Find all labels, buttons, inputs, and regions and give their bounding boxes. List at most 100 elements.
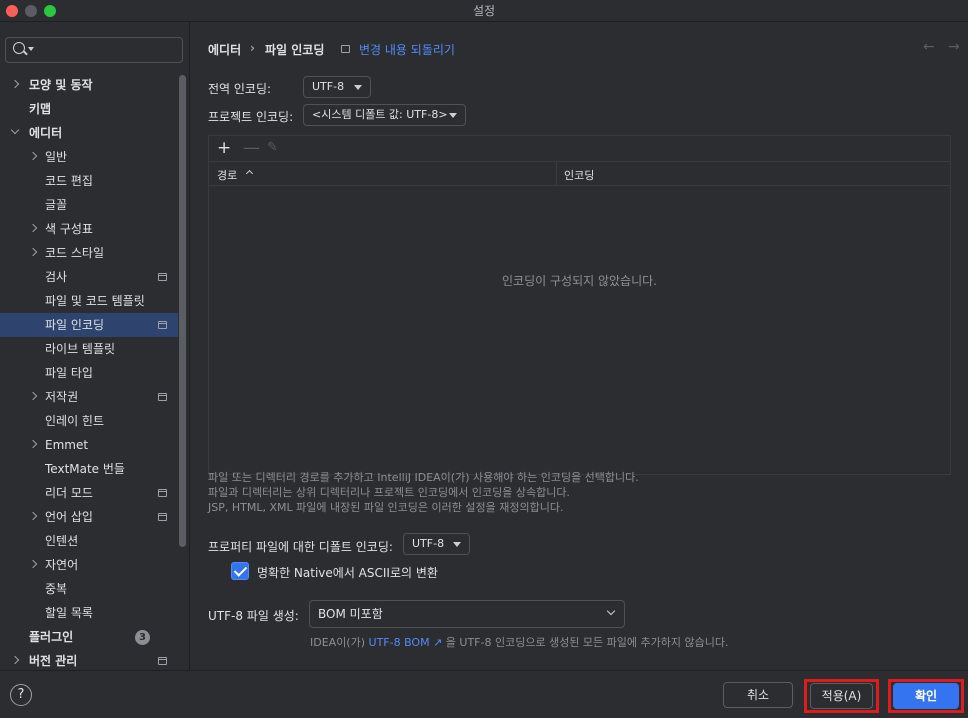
maximize-window-button[interactable] [44,5,56,17]
sidebar-item[interactable]: 리더 모드 [0,481,178,505]
dropdown-arrow-icon [449,113,457,118]
column-header-path[interactable]: 경로 [217,167,237,183]
sidebar-item-label: 언어 삽입 [45,510,93,524]
sidebar-item[interactable]: 키맵 [0,97,178,121]
sort-ascending-icon [245,169,254,178]
chevron-right-icon[interactable] [28,511,38,521]
native-to-ascii-checkbox[interactable] [231,562,249,580]
chevron-right-icon[interactable] [28,439,38,449]
project-scope-icon [158,393,167,401]
sidebar-item[interactable]: 할일 목록 [0,601,178,625]
project-scope-icon [158,513,167,521]
search-options-chevron-icon[interactable] [28,47,34,51]
native-to-ascii-label[interactable]: 명확한 Native에서 ASCII로의 변환 [257,564,438,581]
sidebar-item-label: 라이브 템플릿 [45,342,116,356]
sidebar-item[interactable]: 모양 및 동작 [0,73,178,97]
sidebar-item[interactable]: 파일 인코딩 [0,313,178,337]
column-divider[interactable] [556,162,557,186]
chevron-right-icon[interactable] [10,79,20,89]
global-encoding-label: 전역 인코딩: [208,82,272,96]
revert-changes-link[interactable]: 변경 내용 되돌리기 [359,41,455,58]
settings-content: 에디터 › 파일 인코딩 변경 내용 되돌리기 ← → 전역 인코딩: UTF-… [191,22,968,670]
project-scope-icon [158,273,167,281]
chevron-right-icon[interactable] [10,655,20,665]
table-header: 경로 인코딩 [209,162,950,186]
edit-icon[interactable]: ✎ [267,140,278,155]
sidebar-item[interactable]: 글꼴 [0,193,178,217]
hint-line-1: 파일 또는 디렉터리 경로를 추가하고 IntelliJ IDEA이(가) 사용… [208,471,639,484]
sidebar-item[interactable]: 저작권 [0,385,178,409]
sidebar-item[interactable]: 중복 [0,577,178,601]
properties-encoding-value: UTF-8 [412,537,445,550]
sidebar-item-label: 저작권 [45,390,79,404]
search-icon [13,42,25,54]
chevron-down-icon [606,606,616,616]
update-count-badge: 3 [135,630,150,645]
help-icon[interactable]: ? [10,684,32,706]
sidebar-item-label: 자연어 [45,558,79,572]
nav-back-arrow-icon[interactable]: ← [923,39,935,55]
dialog-footer: ? 취소 적용(A) 확인 [0,670,968,718]
sidebar-item[interactable]: 플러그인 3 [0,625,178,649]
project-encoding-dropdown[interactable]: <시스템 디폴트 값: UTF-8> [303,104,466,126]
close-window-button[interactable] [6,5,18,17]
chevron-right-icon[interactable] [28,223,38,233]
chevron-right-icon[interactable] [28,151,38,161]
sidebar-item[interactable]: 색 구성표 [0,217,178,241]
settings-sidebar: 모양 및 동작키맵 에디터 일반코드 편집글꼴색 구성표코드 스타일검사파일 및 코… [0,22,190,670]
column-header-encoding[interactable]: 인코딩 [564,167,594,183]
add-icon[interactable]: + [217,139,231,157]
sidebar-scrollbar[interactable] [179,75,186,547]
dropdown-arrow-icon [354,85,362,90]
dropdown-arrow-icon [453,542,461,547]
sidebar-item-label: 파일 인코딩 [45,318,105,332]
chevron-right-icon[interactable] [28,391,38,401]
properties-encoding-label: 프로퍼티 파일에 대한 디폴트 인코딩: [208,540,393,554]
settings-search-input[interactable] [5,37,183,63]
sidebar-item[interactable]: 라이브 템플릿 [0,337,178,361]
sidebar-item-label: 인텐션 [45,534,79,548]
global-encoding-dropdown[interactable]: UTF-8 [303,76,371,98]
nav-forward-arrow-icon[interactable]: → [948,39,960,55]
table-empty-message: 인코딩이 구성되지 않았습니다. [502,274,657,288]
sidebar-item-label: 검사 [45,270,68,284]
sidebar-item[interactable]: 파일 및 코드 템플릿 [0,289,178,313]
project-scope-icon [158,489,167,497]
sidebar-item[interactable]: 자연어 [0,553,178,577]
cancel-button[interactable]: 취소 [723,682,793,708]
apply-button[interactable]: 적용(A) [810,683,873,709]
utf8-bom-link[interactable]: UTF-8 BOM ↗ [369,636,443,649]
sidebar-item[interactable]: TextMate 번들 [0,457,178,481]
sidebar-item[interactable]: 검사 [0,265,178,289]
remove-icon[interactable]: — [243,139,260,157]
chevron-down-icon[interactable] [10,125,20,135]
ok-button[interactable]: 확인 [893,683,959,709]
sidebar-item-label: 중복 [45,582,68,596]
chevron-right-icon[interactable] [28,559,38,569]
sidebar-item[interactable]: 인텐션 [0,529,178,553]
sidebar-item[interactable]: 파일 타입 [0,361,178,385]
bom-dropdown[interactable]: BOM 미포함 [309,600,625,628]
sidebar-item[interactable]: 일반 [0,145,178,169]
sidebar-item[interactable]: Emmet [0,433,178,457]
breadcrumb-editor[interactable]: 에디터 [208,41,241,58]
properties-encoding-dropdown[interactable]: UTF-8 [403,533,470,555]
sidebar-item[interactable]: 언어 삽입 [0,505,178,529]
sidebar-item-label: 코드 스타일 [45,246,105,260]
window-titlebar: 설정 [0,0,968,22]
ok-highlight-box: 확인 [888,679,964,713]
sidebar-item[interactable]: 코드 편집 [0,169,178,193]
minimize-window-button[interactable] [25,5,37,17]
sidebar-item-label: 코드 편집 [45,174,93,188]
chevron-right-icon[interactable] [28,247,38,257]
sidebar-item-label: 글꼴 [45,198,68,212]
sidebar-item-label: 모양 및 동작 [29,78,93,92]
sidebar-item-label: TextMate 번들 [45,462,125,476]
sidebar-item[interactable]: 인레이 힌트 [0,409,178,433]
project-encoding-label: 프로젝트 인코딩: [208,110,294,124]
sidebar-item-label: 할일 목록 [45,606,93,620]
bom-hint-suffix: 을 UTF-8 인코딩으로 생성된 모든 파일에 추가하지 않습니다. [442,636,729,649]
sidebar-item[interactable]: 코드 스타일 [0,241,178,265]
bom-hint-prefix: IDEA이(가) [310,636,369,649]
sidebar-item[interactable]: 에디터 [0,121,178,145]
